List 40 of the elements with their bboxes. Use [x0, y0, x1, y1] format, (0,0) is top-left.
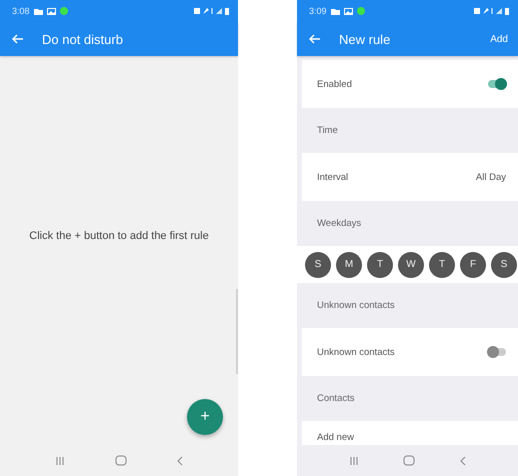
home-icon — [403, 455, 416, 466]
image-icon — [344, 8, 353, 14]
weekday-toggle[interactable]: M — [336, 252, 362, 278]
weekday-toggle[interactable]: T — [429, 252, 455, 278]
back-arrow-icon — [309, 34, 321, 44]
setting-label: Unknown contacts — [317, 346, 396, 358]
folder-icon — [330, 8, 340, 14]
dot-icon — [60, 7, 68, 15]
add-action[interactable]: Add — [490, 34, 508, 44]
clock-time: 3:08 — [12, 6, 30, 16]
toggle-switch[interactable] — [488, 348, 506, 356]
weekday-toggle[interactable]: F — [460, 252, 486, 278]
add-button[interactable]: + — [187, 399, 223, 435]
section-header: Contacts — [316, 392, 356, 406]
dot-icon — [356, 7, 365, 15]
weekday-toggle[interactable]: S — [491, 252, 517, 278]
weekday-toggle[interactable]: T — [367, 252, 393, 278]
screen-title: Do not disturb — [42, 32, 124, 46]
status-icons — [474, 8, 510, 14]
recents-icon — [55, 456, 65, 466]
section-header: Unknown contacts — [316, 299, 396, 313]
weekday-toggle[interactable]: S — [305, 252, 331, 278]
folder-icon — [34, 8, 43, 14]
status-icons — [194, 8, 230, 14]
recents-icon — [349, 456, 360, 466]
image-icon — [46, 8, 56, 14]
screen-title: New rule — [339, 32, 392, 46]
setting-label: Interval — [317, 172, 350, 182]
empty-message: Click the + button to add the first rule — [29, 230, 209, 242]
back-arrow-icon — [12, 34, 24, 44]
back-icon — [177, 456, 183, 466]
home-icon — [115, 455, 127, 466]
setting-label: Enabled — [317, 78, 353, 90]
clock-time: 3:09 — [309, 6, 327, 16]
section-header: Weekdays — [316, 217, 362, 231]
setting-value: All Day — [476, 172, 506, 182]
back-icon — [460, 456, 466, 466]
toggle-switch[interactable] — [488, 80, 506, 88]
weekday-toggle[interactable]: W — [398, 252, 424, 278]
section-header: Time — [316, 124, 339, 138]
